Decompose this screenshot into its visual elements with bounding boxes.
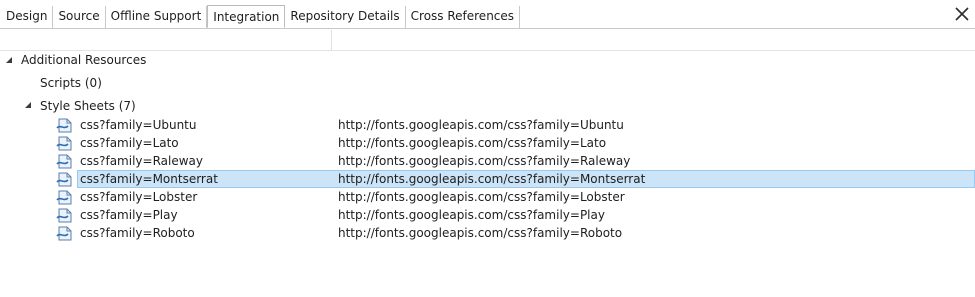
stylesheet-name: css?family=Lobster <box>80 190 198 204</box>
list-item[interactable]: css?family=Ubuntu http://fonts.googleapi… <box>0 116 975 134</box>
stylesheet-file-icon <box>56 154 72 169</box>
close-icon <box>955 7 969 21</box>
stylesheet-url: http://fonts.googleapis.com/css?family=L… <box>338 190 625 204</box>
stylesheet-name: css?family=Play <box>80 208 178 222</box>
stylesheet-url: http://fonts.googleapis.com/css?family=M… <box>338 172 646 186</box>
stylesheet-file-icon <box>56 136 72 151</box>
list-item[interactable]: css?family=Roboto http://fonts.googleapi… <box>0 224 975 242</box>
list-item[interactable]: css?family=Raleway http://fonts.googleap… <box>0 152 975 170</box>
stylesheet-file-icon <box>56 118 72 133</box>
tab-integration[interactable]: Integration <box>207 5 286 28</box>
expanded-arrow-icon[interactable] <box>5 56 13 64</box>
column-header <box>0 30 975 51</box>
list-item[interactable]: css?family=Lobster http://fonts.googleap… <box>0 188 975 206</box>
list-item[interactable]: css?family=Lato http://fonts.googleapis.… <box>0 134 975 152</box>
close-button[interactable] <box>952 4 972 24</box>
stylesheet-url: http://fonts.googleapis.com/css?family=L… <box>338 136 607 150</box>
stylesheet-file-icon <box>56 172 72 187</box>
stylesheet-file-icon <box>56 208 72 223</box>
tree-node-style-sheets[interactable]: Style Sheets (7) <box>40 97 136 115</box>
column-divider[interactable] <box>331 30 332 50</box>
tab-list: Design Source Offline Support Integratio… <box>1 5 521 29</box>
tab-bar: Design Source Offline Support Integratio… <box>0 0 975 29</box>
tab-repository-details[interactable]: Repository Details <box>285 6 406 28</box>
stylesheet-file-icon <box>56 190 72 205</box>
list-item-selected[interactable]: css?family=Montserrat http://fonts.googl… <box>0 170 975 188</box>
tab-design[interactable]: Design <box>1 6 54 28</box>
tab-source[interactable]: Source <box>53 6 106 28</box>
stylesheet-name: css?family=Montserrat <box>80 172 218 186</box>
stylesheet-name: css?family=Roboto <box>80 226 195 240</box>
tree-node-scripts[interactable]: Scripts (0) <box>40 74 102 92</box>
stylesheet-url: http://fonts.googleapis.com/css?family=P… <box>338 208 605 222</box>
stylesheet-name: css?family=Ubuntu <box>80 118 197 132</box>
tab-cross-references[interactable]: Cross References <box>406 6 521 28</box>
integration-window: Design Source Offline Support Integratio… <box>0 0 975 297</box>
stylesheet-name: css?family=Raleway <box>80 154 203 168</box>
stylesheet-url: http://fonts.googleapis.com/css?family=R… <box>338 226 623 240</box>
tab-offline-support[interactable]: Offline Support <box>106 6 208 28</box>
tree-node-additional-resources[interactable]: Additional Resources <box>21 51 146 69</box>
stylesheet-url: http://fonts.googleapis.com/css?family=R… <box>338 154 631 168</box>
stylesheet-url: http://fonts.googleapis.com/css?family=U… <box>338 118 624 132</box>
list-item[interactable]: css?family=Play http://fonts.googleapis.… <box>0 206 975 224</box>
stylesheet-name: css?family=Lato <box>80 136 179 150</box>
stylesheet-file-icon <box>56 226 72 241</box>
expanded-arrow-icon[interactable] <box>24 101 32 109</box>
